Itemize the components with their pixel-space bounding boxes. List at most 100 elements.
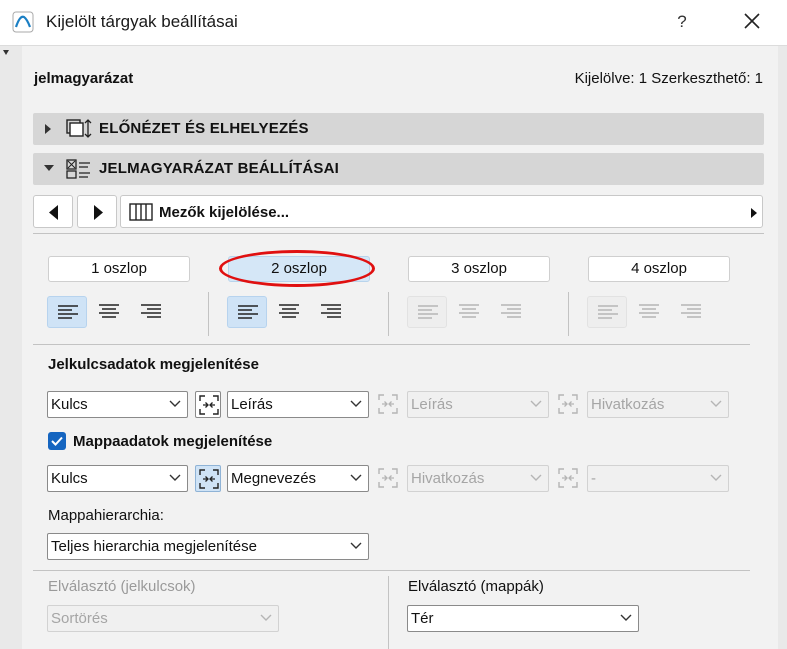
fields-selector-label: Mezők kijelölése...: [159, 204, 290, 221]
chevron-down-icon: [350, 400, 362, 407]
section-preview-label: ELŐNÉZET ÉS ELHELYEZÉS: [99, 120, 309, 137]
align-left-icon: [58, 305, 78, 319]
col2-align-right-button[interactable]: [311, 296, 351, 328]
checkmark-icon: [51, 436, 63, 446]
close-button[interactable]: [730, 6, 774, 38]
link-merge-icon: [558, 468, 578, 488]
dropdown-value: Leírás: [411, 396, 453, 413]
link-merge-icon: [199, 395, 219, 415]
col1-align-right-button[interactable]: [131, 296, 171, 328]
divider: [33, 233, 764, 234]
next-button[interactable]: [77, 195, 117, 228]
chevron-down-icon: [350, 542, 362, 549]
folder-field-1-dropdown[interactable]: Kulcs: [47, 465, 188, 492]
section-legend-settings[interactable]: JELMAGYARÁZAT BEÁLLÍTÁSAI: [33, 153, 764, 185]
col2-align-center-button[interactable]: [269, 296, 309, 328]
section-preview-placement[interactable]: ELŐNÉZET ÉS ELHELYEZÉS: [33, 113, 764, 145]
app-logo-icon: [12, 11, 34, 33]
col4-align-right-button[interactable]: [671, 296, 711, 328]
arrow-right-icon: [94, 205, 103, 220]
chevron-down-icon: [169, 474, 181, 481]
col3-align-right-button[interactable]: [491, 296, 531, 328]
legend-settings-icon: [66, 159, 90, 179]
col1-align-left-button[interactable]: [47, 296, 87, 328]
arrow-left-icon: [49, 205, 58, 220]
dropdown-value: Megnevezés: [231, 470, 317, 487]
col1-align-center-button[interactable]: [89, 296, 129, 328]
folder-field-3-dropdown[interactable]: Hivatkozás: [407, 465, 549, 492]
align-center-icon: [459, 304, 479, 318]
key-field-2-dropdown[interactable]: Leírás: [227, 391, 369, 418]
divider: [208, 292, 209, 336]
link-merge-icon: [199, 469, 219, 489]
folder-link-2-button[interactable]: [375, 465, 401, 492]
close-icon: [744, 13, 760, 29]
collapse-arrow-icon: [44, 165, 54, 171]
chevron-down-icon: [530, 474, 542, 481]
align-center-icon: [99, 304, 119, 318]
folder-link-3-button[interactable]: [555, 465, 581, 492]
folder-link-1-button[interactable]: [195, 465, 221, 492]
window-title: Kijelölt tárgyak beállításai: [46, 12, 238, 31]
separator-keys-dropdown[interactable]: Sortörés: [47, 605, 279, 632]
separator-folders-dropdown[interactable]: Tér: [407, 605, 639, 632]
key-field-1-dropdown[interactable]: Kulcs: [47, 391, 188, 418]
chevron-down-icon: [710, 400, 722, 407]
folder-field-4-dropdown[interactable]: -: [587, 465, 729, 492]
align-left-icon: [598, 305, 618, 319]
col4-align-left-button[interactable]: [587, 296, 627, 328]
section-legend-label: JELMAGYARÁZAT BEÁLLÍTÁSAI: [99, 160, 340, 177]
title-bar: Kijelölt tárgyak beállításai ?: [0, 0, 787, 46]
dropdown-value: Sortörés: [51, 610, 108, 627]
dropdown-value: Kulcs: [51, 470, 88, 487]
chevron-down-icon: [169, 400, 181, 407]
dropdown-value: Teljes hierarchia megjelenítése: [51, 538, 257, 555]
col3-align-left-button[interactable]: [407, 296, 447, 328]
key-link-3-button[interactable]: [555, 391, 581, 418]
column-4-button[interactable]: 4 oszlop: [588, 256, 730, 282]
submenu-arrow-icon: [751, 208, 757, 218]
expand-arrow-icon: [45, 124, 51, 134]
divider: [568, 292, 569, 336]
help-button[interactable]: ?: [660, 6, 704, 38]
hierarchy-dropdown[interactable]: Teljes hierarchia megjelenítése: [47, 533, 369, 560]
divider: [33, 344, 750, 345]
dropdown-value: Leírás: [231, 396, 273, 413]
align-right-icon: [321, 304, 341, 318]
dropdown-value: Hivatkozás: [411, 470, 485, 487]
column-1-button[interactable]: 1 oszlop: [48, 256, 190, 282]
folder-data-checkbox[interactable]: [48, 432, 66, 450]
dropdown-value: -: [591, 470, 596, 487]
divider: [33, 570, 750, 571]
collapse-handle-icon[interactable]: [3, 50, 9, 58]
key-field-3-dropdown[interactable]: Leírás: [407, 391, 549, 418]
col4-align-center-button[interactable]: [629, 296, 669, 328]
link-merge-icon: [558, 394, 578, 414]
dropdown-value: Hivatkozás: [591, 396, 665, 413]
align-right-icon: [681, 304, 701, 318]
chevron-down-icon: [350, 474, 362, 481]
separator-folders-label: Elválasztó (mappák): [408, 578, 544, 595]
previous-button[interactable]: [33, 195, 73, 228]
col2-align-left-button[interactable]: [227, 296, 267, 328]
dropdown-value: Tér: [411, 610, 434, 627]
align-right-icon: [501, 304, 521, 318]
chevron-down-icon: [260, 614, 272, 621]
separator-keys-label: Elválasztó (jelkulcsok): [48, 578, 196, 595]
fields-selector[interactable]: Mezők kijelölése...: [120, 195, 763, 228]
key-link-2-button[interactable]: [375, 391, 401, 418]
col3-align-center-button[interactable]: [449, 296, 489, 328]
folder-field-2-dropdown[interactable]: Megnevezés: [227, 465, 369, 492]
folder-data-heading: Mappaadatok megjelenítése: [73, 433, 273, 450]
align-center-icon: [279, 304, 299, 318]
preview-placement-icon: [66, 119, 92, 138]
highlight-annotation: [219, 250, 375, 287]
chevron-down-icon: [620, 614, 632, 621]
link-merge-icon: [378, 468, 398, 488]
divider: [388, 576, 389, 649]
key-field-4-dropdown[interactable]: Hivatkozás: [587, 391, 729, 418]
columns-icon: [129, 203, 153, 221]
column-3-button[interactable]: 3 oszlop: [408, 256, 550, 282]
align-left-icon: [418, 305, 438, 319]
key-link-1-button[interactable]: [195, 391, 221, 418]
